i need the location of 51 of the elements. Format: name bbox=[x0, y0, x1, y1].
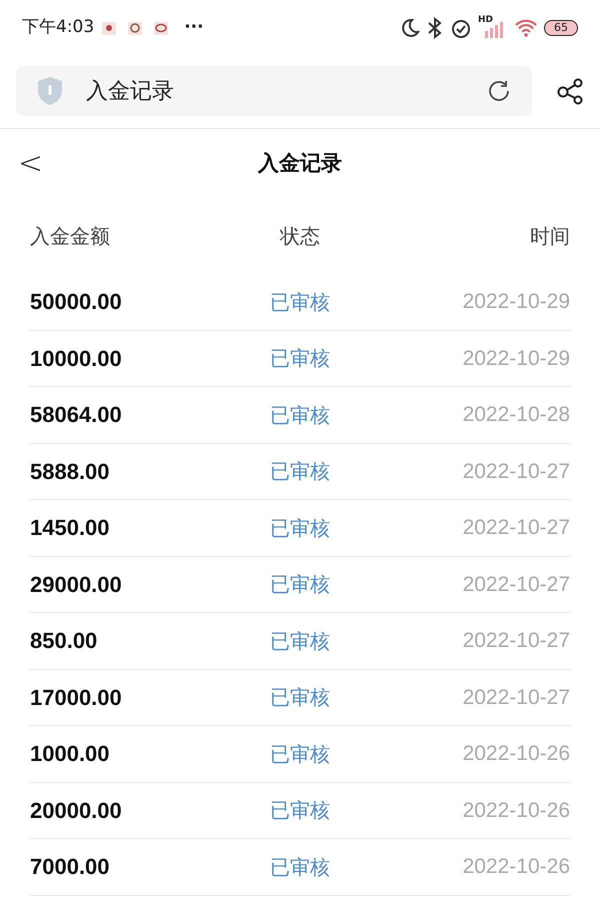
date-cell-text: 2022-10-26 bbox=[462, 854, 570, 880]
amount-cell-text: 1450.00 bbox=[30, 514, 111, 542]
network-label: HD bbox=[478, 14, 494, 26]
status-cell-text: 已审核 bbox=[269, 514, 331, 542]
status-cell-text: 已审核 bbox=[269, 797, 331, 824]
bluetooth-icon bbox=[426, 16, 444, 38]
status-cell-text: 已审核 bbox=[269, 458, 331, 486]
refresh-icon[interactable] bbox=[486, 78, 512, 104]
date-cell-text: 2022-10-29 bbox=[462, 289, 570, 315]
date-cell-text: 2022-10-27 bbox=[462, 572, 570, 598]
status-cell-text: 已审核 bbox=[269, 740, 331, 768]
status-cell-text: 已审核 bbox=[269, 684, 331, 712]
shield-icon bbox=[36, 76, 64, 106]
date-cell-text: 2022-10-29 bbox=[462, 346, 570, 372]
date-cell-text: 2022-10-26 bbox=[462, 741, 570, 767]
column-header: 入金金额 bbox=[30, 223, 111, 250]
moon-icon bbox=[400, 18, 420, 38]
amount-cell-text: 29000.00 bbox=[30, 570, 123, 599]
amount-cell-text: 7000.00 bbox=[30, 853, 111, 882]
date-cell-text: 2022-10-27 bbox=[462, 628, 570, 654]
status-time: 下午4:03 bbox=[22, 16, 94, 39]
date-cell-text: 2022-10-27 bbox=[462, 684, 570, 710]
date-cell-text: 2022-10-26 bbox=[462, 798, 570, 824]
date-cell-text: 2022-10-27 bbox=[462, 458, 570, 484]
date-cell-text: 2022-10-27 bbox=[462, 515, 570, 541]
signal-icon bbox=[484, 20, 504, 38]
column-header: 时间 bbox=[529, 223, 570, 250]
amount-cell-text: 17000.00 bbox=[30, 684, 123, 712]
date-cell-text: 2022-10-28 bbox=[462, 402, 570, 428]
amount-cell-text: 50000.00 bbox=[30, 288, 123, 316]
back-button[interactable]: < bbox=[18, 148, 44, 178]
page-header-title: 入金记录 bbox=[258, 150, 342, 177]
amount-cell-text: 1000.00 bbox=[30, 740, 111, 768]
more-notifications: ··· bbox=[184, 16, 204, 39]
status-cell-text: 已审核 bbox=[269, 345, 331, 372]
status-cell-text: 已审核 bbox=[269, 628, 331, 655]
status-cell-text: 已审核 bbox=[269, 402, 331, 429]
amount-cell-text: 10000.00 bbox=[30, 344, 123, 373]
amount-cell-text: 850.00 bbox=[30, 627, 98, 656]
amount-cell-text: 58064.00 bbox=[30, 401, 123, 430]
wifi-icon bbox=[514, 18, 538, 38]
status-cell-text: 已审核 bbox=[269, 288, 331, 316]
share-icon[interactable] bbox=[556, 77, 584, 105]
status-cell-text: 已审核 bbox=[269, 571, 331, 598]
column-header: 状态 bbox=[278, 223, 321, 250]
battery-indicator: 65 bbox=[544, 20, 578, 36]
status-cell-text: 已审核 bbox=[269, 854, 331, 881]
amount-cell-text: 20000.00 bbox=[30, 796, 123, 825]
address-bar[interactable]: 入金记录 bbox=[16, 66, 532, 116]
page-title: 入金记录 bbox=[86, 78, 174, 106]
amount-cell-text: 5888.00 bbox=[30, 458, 111, 486]
